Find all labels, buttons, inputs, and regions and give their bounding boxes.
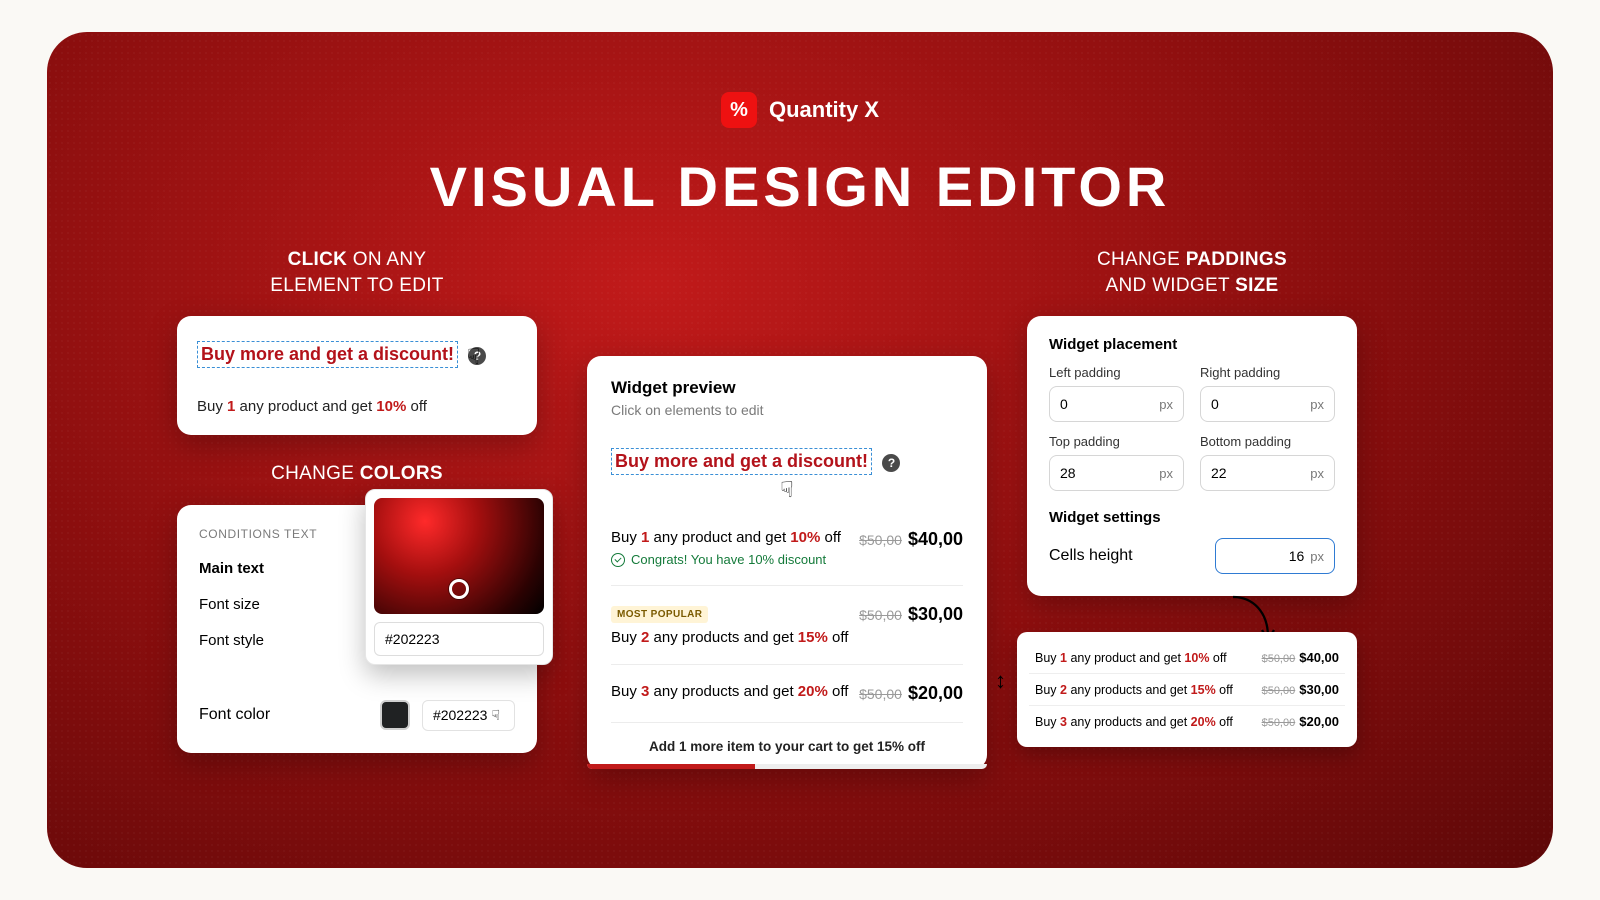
bottom-padding-label: Bottom padding <box>1200 434 1335 449</box>
tier-row[interactable]: Buy 1 any product and get 10% off Congra… <box>611 511 963 586</box>
brand-name: Quantity X <box>769 97 879 123</box>
progress-label: Add 1 more item to your cart to get 15% … <box>587 739 987 764</box>
color-gradient-picker[interactable] <box>374 498 544 614</box>
mini-row: Buy 3 any products and get 20% off $50,0… <box>1029 706 1345 737</box>
preview-title: Widget preview <box>611 378 963 398</box>
pointer-cursor-icon: ☟ <box>491 707 500 724</box>
hex-chip[interactable]: #202223 ☟ <box>422 700 515 731</box>
hex-input[interactable] <box>374 622 544 656</box>
mini-row: Buy 1 any product and get 10% off $50,00… <box>1029 642 1345 674</box>
left-padding-input[interactable] <box>1060 396 1153 412</box>
paddings-card: Widget placement Left padding px Right p… <box>1027 316 1357 596</box>
brand: % Quantity X <box>721 92 879 128</box>
color-picker-popover[interactable] <box>365 489 553 665</box>
pointer-cursor-icon: ☟ <box>611 477 963 503</box>
tier-row[interactable]: MOST POPULAR Buy 2 any products and get … <box>611 586 963 665</box>
paddings-header: CHANGE PADDINGS AND WIDGET SIZE <box>1027 247 1357 298</box>
help-icon[interactable]: ? <box>882 454 900 472</box>
brand-logo-icon: % <box>721 92 757 128</box>
preview-promo-selected[interactable]: Buy more and get a discount! <box>611 448 872 475</box>
top-padding-input[interactable] <box>1060 465 1153 481</box>
cells-height-input[interactable] <box>1226 548 1304 564</box>
bottom-padding-input[interactable] <box>1211 465 1304 481</box>
colors-header: CHANGE COLORS <box>177 461 537 487</box>
tier-row[interactable]: Buy 3 any products and get 20% off $50,0… <box>611 665 963 723</box>
widget-placement-title: Widget placement <box>1049 336 1335 353</box>
promo-heading-selected[interactable]: Buy more and get a discount! <box>197 341 458 368</box>
progress-wrap: Add 1 more item to your cart to get 15% … <box>587 739 987 769</box>
click-header: CLICK ON ANY ELEMENT TO EDIT <box>177 247 537 298</box>
color-swatch-icon[interactable] <box>380 700 410 730</box>
most-popular-badge: MOST POPULAR <box>611 606 708 623</box>
top-padding-label: Top padding <box>1049 434 1184 449</box>
congrats-line: Congrats! You have 10% discount <box>611 552 841 567</box>
offer-line: Buy 1 any product and get 10% off <box>197 398 517 415</box>
colors-card: CONDITIONS TEXT Main text Font size Font… <box>177 505 537 753</box>
page-title: VISUAL DESIGN EDITOR <box>430 154 1171 219</box>
pointer-cursor-icon: ☟ <box>467 344 480 369</box>
mini-preview-card: Buy 1 any product and get 10% off $50,00… <box>1017 632 1357 747</box>
vertical-resize-icon: ↕ <box>995 668 1006 694</box>
mini-row: Buy 2 any products and get 15% off $50,0… <box>1029 674 1345 706</box>
right-padding-input[interactable] <box>1211 396 1304 412</box>
click-demo-card: Buy more and get a discount! ? ☟ Buy 1 a… <box>177 316 537 435</box>
row-font-color[interactable]: Font color <box>199 706 368 724</box>
right-padding-label: Right padding <box>1200 365 1335 380</box>
check-circle-icon <box>611 553 625 567</box>
editor-canvas: % Quantity X VISUAL DESIGN EDITOR CLICK … <box>47 32 1553 868</box>
cells-height-label: Cells height <box>1049 547 1133 565</box>
widget-preview-card: Widget preview Click on elements to edit… <box>587 356 987 769</box>
preview-subtitle: Click on elements to edit <box>611 402 963 418</box>
progress-bar <box>587 764 987 769</box>
widget-settings-title: Widget settings <box>1049 509 1335 526</box>
left-padding-label: Left padding <box>1049 365 1184 380</box>
